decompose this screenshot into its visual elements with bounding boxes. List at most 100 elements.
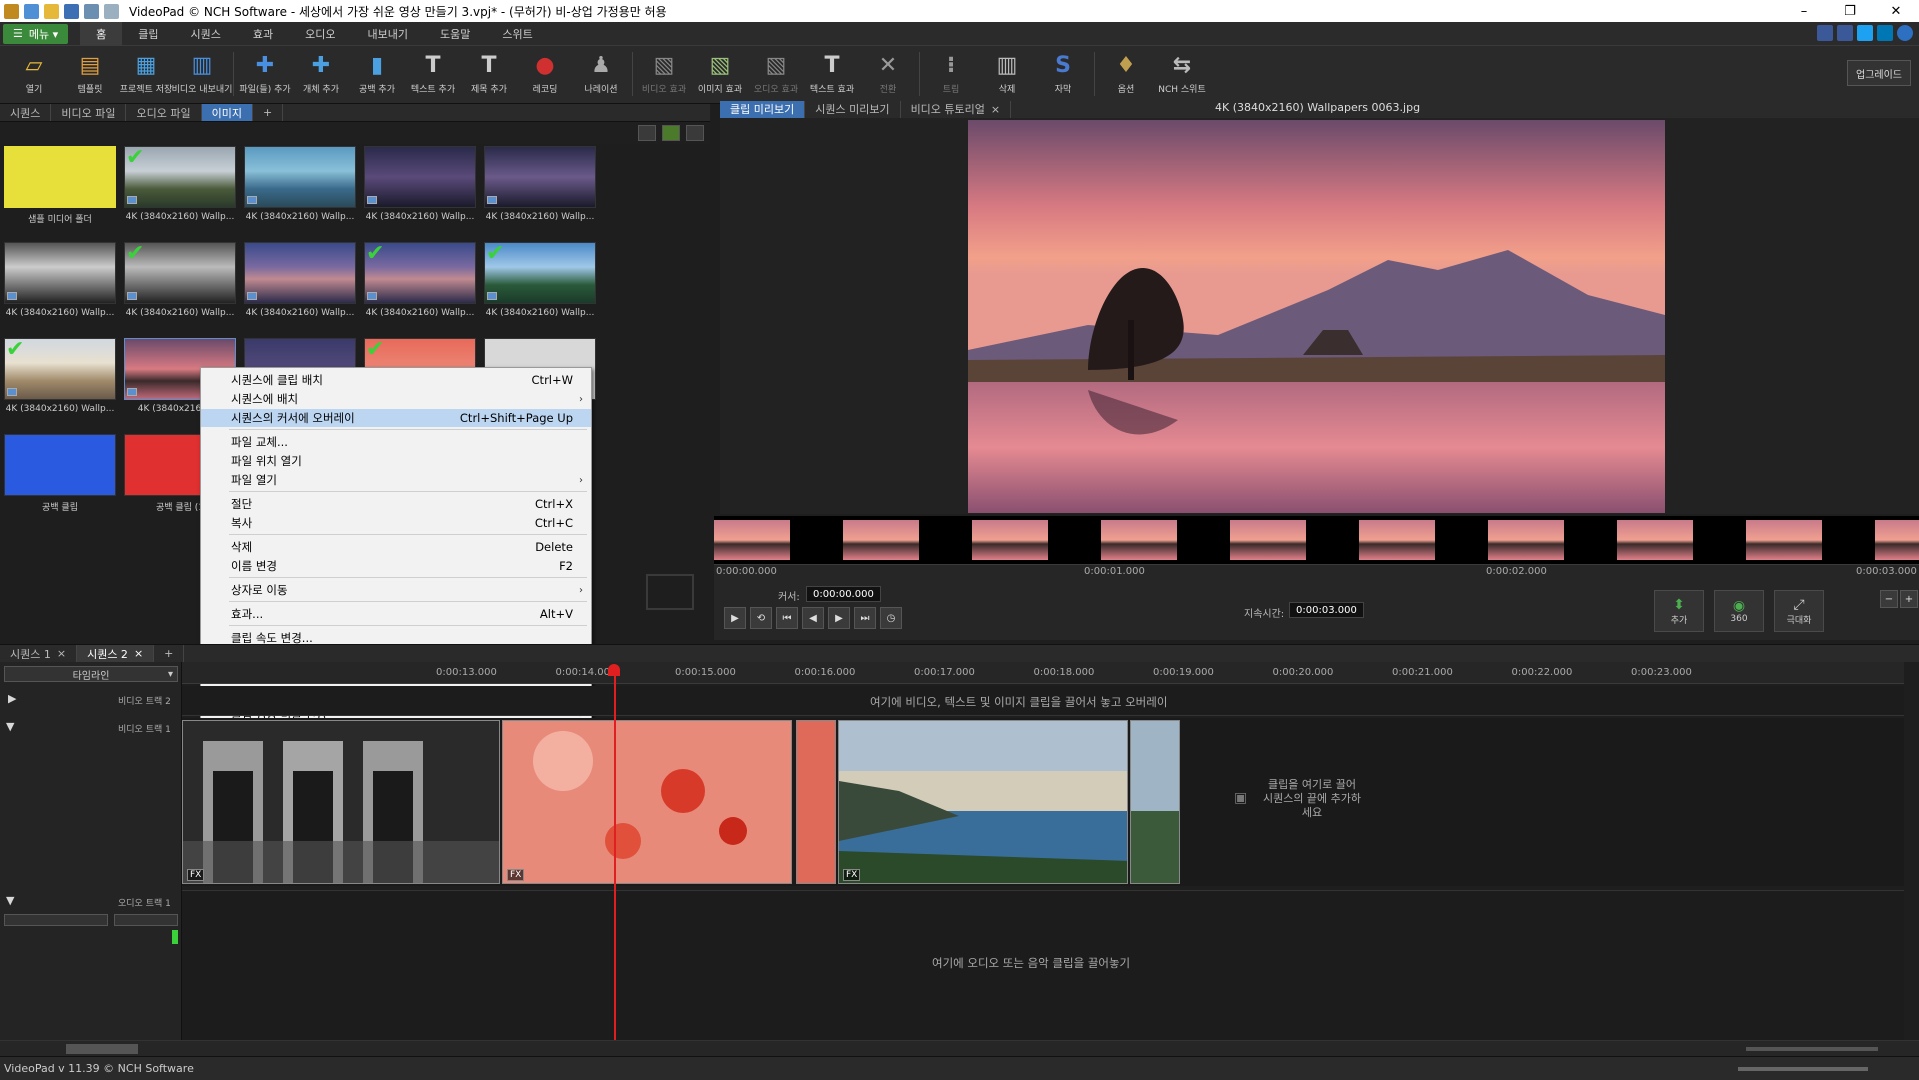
redo-icon[interactable]: [104, 3, 119, 19]
minimize-button[interactable]: –: [1781, 0, 1827, 22]
timeline-clip-arches[interactable]: FX: [182, 720, 500, 884]
step-forward-button[interactable]: ▶: [828, 607, 850, 629]
timeline-mode-select[interactable]: 타임라인 ▾: [4, 666, 178, 682]
template-button[interactable]: ▤ 템플릿: [62, 46, 118, 102]
subtitle-button[interactable]: S 자막: [1035, 46, 1091, 102]
tab-sequence[interactable]: 시퀀스: [175, 22, 237, 46]
context-menu-item[interactable]: 효과... Alt+V: [201, 605, 591, 623]
cursor-time[interactable]: 0:00:00.000: [806, 586, 881, 602]
collapse-track-1-icon[interactable]: ▼: [6, 720, 14, 733]
speed-button[interactable]: ◷: [880, 607, 902, 629]
context-menu-item[interactable]: 이름 변경 F2: [201, 557, 591, 575]
add-sequence-tab-button[interactable]: +: [154, 645, 185, 662]
bin-folder[interactable]: [4, 146, 116, 208]
folder-open-button[interactable]: ▱ 열기: [6, 46, 62, 102]
bin-tab-video-files[interactable]: 비디오 파일: [51, 104, 127, 121]
save-button[interactable]: ▦ 프로젝트 저장: [118, 46, 174, 102]
audio-pan-slider[interactable]: [114, 914, 178, 926]
bin-blank-clip[interactable]: [4, 434, 116, 496]
transition-button[interactable]: ✕ 전환: [860, 46, 916, 102]
go-end-button[interactable]: ⏭: [854, 607, 876, 629]
video-track-2[interactable]: 여기에 비디오, 텍스트 및 이미지 클립을 끌어서 놓고 오버레이: [182, 686, 1904, 716]
open-icon[interactable]: [44, 3, 59, 19]
add-bin-tab-button[interactable]: +: [253, 104, 284, 121]
delete-button[interactable]: ▥ 삭제: [979, 46, 1035, 102]
video-effects-button[interactable]: ▧ 비디오 효과: [636, 46, 692, 102]
close-tab-icon[interactable]: ×: [991, 103, 1000, 116]
context-menu-item[interactable]: 시퀀스의 커서에 오버레이 Ctrl+Shift+Page Up: [201, 409, 591, 427]
video-track-1[interactable]: FX FX FX ▣ 클립을 여기로 끌어 시퀀스의 끝에 추가하세요: [182, 718, 1904, 886]
audio-volume-slider[interactable]: [4, 914, 108, 926]
context-menu-item[interactable]: 파일 위치 열기: [201, 452, 591, 470]
close-tab-icon[interactable]: ×: [134, 647, 143, 660]
tab-clip[interactable]: 클립: [122, 22, 174, 46]
add-text-button[interactable]: T 텍스트 추가: [405, 46, 461, 102]
add-blank-button[interactable]: ▮ 공백 추가: [349, 46, 405, 102]
tab-video-tutorial[interactable]: 비디오 튜토리얼 ×: [901, 100, 1012, 118]
context-menu-item[interactable]: 시퀀스에 클립 배치 Ctrl+W: [201, 371, 591, 389]
image-effects-button[interactable]: ▧ 이미지 효과: [692, 46, 748, 102]
step-back-button[interactable]: ◀: [802, 607, 824, 629]
tab-suite[interactable]: 스위트: [486, 22, 548, 46]
narration-button[interactable]: ♟ 나레이션: [573, 46, 629, 102]
clip-fx-button[interactable]: FX: [507, 869, 525, 881]
bin-tab-audio-files[interactable]: 오디오 파일: [126, 104, 202, 121]
timeline-horizontal-scrollbar[interactable]: [0, 1040, 1919, 1056]
duration-time[interactable]: 0:00:03.000: [1289, 602, 1364, 618]
bin-image-thumbnail[interactable]: [364, 146, 476, 208]
timeline-zoom-slider[interactable]: [1746, 1047, 1878, 1051]
nch-suite-button[interactable]: ⇆ NCH 스위트: [1154, 46, 1210, 102]
context-menu-item[interactable]: 파일 교체...: [201, 433, 591, 451]
tab-export[interactable]: 내보내기: [352, 22, 424, 46]
tab-sequence-2[interactable]: 시퀀스 2 ×: [77, 645, 155, 662]
options-button[interactable]: ♦ 옵션: [1098, 46, 1154, 102]
tab-audio[interactable]: 오디오: [289, 22, 351, 46]
tab-clip-preview[interactable]: 클립 미리보기: [720, 100, 806, 118]
bin-tab-sequences[interactable]: 시퀀스: [0, 104, 52, 121]
save-icon[interactable]: [64, 3, 79, 19]
bin-image-thumbnail[interactable]: [4, 242, 116, 304]
undo-icon[interactable]: [84, 3, 99, 19]
context-menu-item[interactable]: 삭제 Delete: [201, 538, 591, 556]
add-title-button[interactable]: T 제목 추가: [461, 46, 517, 102]
playhead-handle[interactable]: [608, 664, 620, 676]
context-menu-item[interactable]: 복사 Ctrl+C: [201, 514, 591, 532]
zoom-in-icon[interactable]: +: [1900, 590, 1918, 608]
volume-slider[interactable]: [1738, 1067, 1868, 1071]
close-button[interactable]: ✕: [1873, 0, 1919, 22]
list-view-icon[interactable]: [686, 125, 704, 141]
tab-sequence-preview[interactable]: 시퀀스 미리보기: [805, 100, 901, 118]
trim-button[interactable]: ⁝ 트림: [923, 46, 979, 102]
help-icon[interactable]: [1897, 25, 1913, 41]
bin-image-thumbnail[interactable]: [244, 242, 356, 304]
clip-filmstrip[interactable]: [714, 516, 1919, 564]
close-tab-icon[interactable]: ×: [57, 647, 66, 660]
context-menu-item[interactable]: 시퀀스에 배치 ›: [201, 390, 591, 408]
go-start-button[interactable]: ⏮: [776, 607, 798, 629]
new-folder-icon[interactable]: [662, 125, 680, 141]
audio-effects-button[interactable]: ▧ 오디오 효과: [748, 46, 804, 102]
text-effects-button[interactable]: T 텍스트 효과: [804, 46, 860, 102]
record-button[interactable]: ● 레코딩: [517, 46, 573, 102]
timeline-ruler[interactable]: 0:00:13.000 0:00:14.000 0:00:15.000 0:00:16…: [182, 662, 1904, 684]
tab-effects[interactable]: 효과: [237, 22, 289, 46]
timeline-clip-coast-tail[interactable]: [1130, 720, 1180, 884]
timeline-clip-coast[interactable]: FX: [838, 720, 1128, 884]
zoom-out-icon[interactable]: −: [1880, 590, 1898, 608]
clip-fx-button[interactable]: FX: [843, 869, 861, 881]
clip-fx-button[interactable]: FX: [187, 869, 205, 881]
bin-image-thumbnail[interactable]: [244, 146, 356, 208]
add-button[interactable]: ⬍ 추가: [1654, 590, 1704, 632]
context-menu-item[interactable]: 파일 열기 ›: [201, 471, 591, 489]
loop-button[interactable]: ⟲: [750, 607, 772, 629]
upgrade-button[interactable]: 업그레이드: [1847, 60, 1911, 86]
new-icon[interactable]: [24, 3, 39, 19]
audio-track-1[interactable]: 여기에 오디오 또는 음악 클립을 끌어놓기: [182, 890, 1904, 1040]
playhead[interactable]: [614, 668, 616, 1040]
twitter-icon[interactable]: [1857, 25, 1873, 41]
scroll-thumb[interactable]: [66, 1044, 138, 1054]
facebook-icon[interactable]: [1837, 25, 1853, 41]
play-button[interactable]: ▶: [724, 607, 746, 629]
add-files-button[interactable]: ✚ 파일(들) 추가: [237, 46, 293, 102]
collapse-audio-track-icon[interactable]: ▼: [6, 894, 14, 907]
